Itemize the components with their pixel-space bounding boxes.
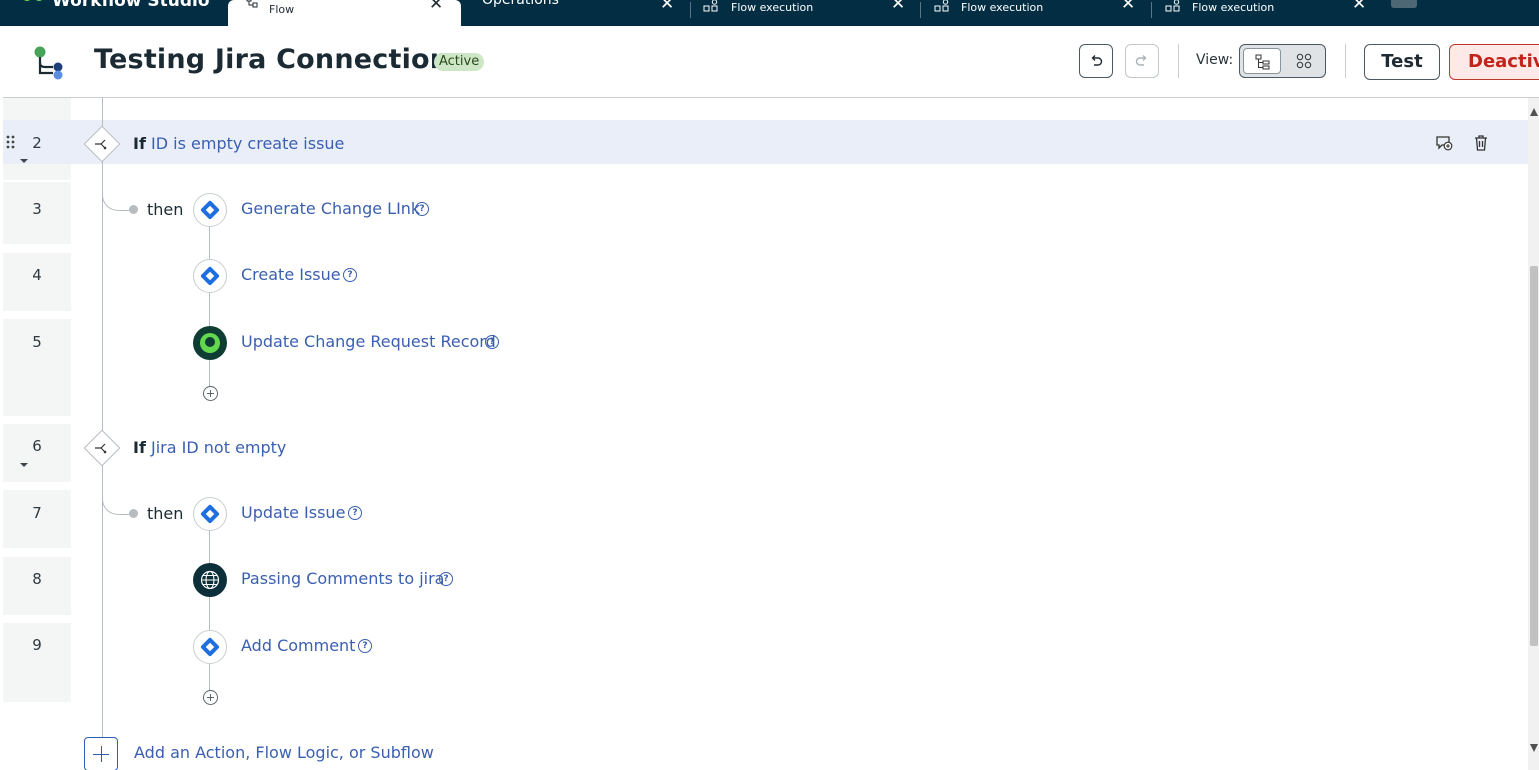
close-icon[interactable]: ✕ [1352, 0, 1366, 13]
help-icon[interactable]: ? [343, 268, 357, 282]
list-view-option[interactable] [1243, 48, 1281, 74]
help-icon[interactable]: ? [348, 506, 362, 520]
view-toggle[interactable] [1239, 44, 1326, 78]
brand-tab[interactable]: Workflow Studio [0, 0, 224, 26]
step-number: 9 [32, 636, 42, 654]
test-button[interactable]: Test [1364, 44, 1440, 80]
if-condition[interactable]: Jira ID not empty [151, 438, 286, 457]
action-label[interactable]: Create Issue [241, 265, 341, 284]
step-number: 4 [32, 266, 42, 284]
scroll-up-icon[interactable] [1530, 108, 1538, 116]
status-badge: Active [434, 53, 485, 71]
branch-connector [102, 470, 133, 515]
undo-icon [1091, 55, 1103, 66]
vertical-scrollbar[interactable] [1528, 98, 1539, 770]
add-comment-icon[interactable] [1435, 134, 1453, 152]
jira-icon [193, 630, 227, 664]
close-icon[interactable]: ✕ [1121, 0, 1135, 13]
branch-icon [95, 443, 107, 454]
step-number: 7 [32, 504, 42, 522]
header-divider [1178, 44, 1179, 78]
tab-subtitle: Flow [269, 3, 295, 16]
tab-bar: Workflow Studio Flow ✕ Operations ✕ Flow… [0, 0, 1539, 26]
if-keyword: If [133, 438, 146, 457]
tab-subtitle: Flow execution [731, 1, 814, 14]
close-icon[interactable]: ✕ [429, 0, 443, 13]
step-number: 5 [32, 333, 42, 351]
then-label: then [147, 200, 184, 219]
flow-execution-icon [703, 0, 718, 12]
redo-button[interactable] [1125, 44, 1159, 78]
add-action-button[interactable] [84, 737, 118, 770]
branch-dot [129, 205, 138, 214]
new-tab-button[interactable] [1391, 0, 1417, 8]
tab-flow-execution-2[interactable]: Flow execution ✕ [921, 0, 1151, 26]
row-gutter [3, 623, 71, 702]
action-label[interactable]: Update Change Request Record [241, 332, 496, 351]
globe-icon [193, 563, 227, 597]
tab-subtitle: Flow execution [961, 1, 1044, 14]
jira-icon [193, 259, 227, 293]
action-label[interactable]: Add Comment [241, 636, 355, 655]
flow-execution-icon [934, 0, 949, 12]
tab-flow-execution-1[interactable]: Flow execution ✕ [691, 0, 920, 26]
brand-name: Workflow Studio [52, 0, 210, 11]
jira-icon [193, 497, 227, 531]
page-title: Testing Jira Connection [94, 44, 450, 75]
undo-button[interactable] [1079, 44, 1113, 78]
branch-connector [102, 166, 133, 211]
step-number: 3 [32, 200, 42, 218]
then-label: then [147, 504, 184, 523]
flow-canvas: 2 3 4 5 6 7 8 9 If ID is empty create is… [3, 98, 1528, 770]
tab-subtitle: Flow execution [1192, 1, 1275, 14]
add-action-link[interactable]: Add an Action, Flow Logic, or Subflow [134, 743, 434, 762]
flow-execution-icon [1165, 0, 1180, 12]
action-label[interactable]: Generate Change LInk [241, 199, 420, 218]
step-number: 6 [32, 437, 42, 455]
diagram-view-icon [1296, 53, 1312, 69]
flow-tab-icon [246, 0, 258, 8]
help-icon[interactable]: ? [415, 202, 429, 216]
redo-icon [1135, 55, 1147, 66]
jira-icon [193, 193, 227, 227]
branch-dot [129, 509, 138, 518]
branch-line [209, 514, 210, 698]
drag-handle-icon[interactable] [6, 135, 16, 149]
servicenow-icon [193, 326, 227, 360]
if-keyword: If [133, 134, 146, 153]
if-condition-row[interactable]: If ID is empty create issue [133, 134, 344, 153]
collapse-caret-icon[interactable] [20, 463, 28, 467]
close-icon[interactable]: ✕ [660, 0, 674, 13]
brand-logo-icon [24, 0, 42, 1]
tab-flow-execution-3[interactable]: Flow execution ✕ [1152, 0, 1382, 26]
view-label: View: [1196, 52, 1234, 68]
tree-view-icon [1255, 54, 1270, 70]
help-icon[interactable]: ? [358, 639, 372, 653]
help-icon[interactable]: ? [439, 572, 453, 586]
tab-flow-active[interactable]: Flow ✕ [228, 0, 461, 26]
step-number: 8 [32, 570, 42, 588]
header-divider [1345, 44, 1346, 78]
tab-title: Operations [482, 0, 559, 8]
branch-line [209, 210, 210, 394]
flow-designer-icon [34, 46, 63, 80]
delete-icon[interactable] [1473, 134, 1489, 152]
diagram-view-option[interactable] [1285, 48, 1323, 74]
action-label[interactable]: Passing Comments to jira [241, 569, 444, 588]
branch-icon [95, 139, 107, 150]
flow-header: Testing Jira Connection Active View: Tes… [3, 26, 1539, 98]
add-step-icon[interactable] [203, 386, 218, 401]
collapse-caret-icon[interactable] [20, 159, 28, 163]
scroll-down-icon[interactable] [1530, 744, 1538, 752]
close-icon[interactable]: ✕ [891, 0, 905, 13]
add-step-icon[interactable] [203, 690, 218, 705]
help-icon[interactable]: ? [485, 335, 499, 349]
deactivate-button[interactable]: Deactivate [1449, 44, 1539, 80]
scroll-thumb[interactable] [1530, 266, 1538, 646]
if-condition[interactable]: ID is empty create issue [151, 134, 344, 153]
tab-operations[interactable]: Operations ✕ [461, 0, 689, 26]
action-label[interactable]: Update Issue [241, 503, 345, 522]
if-condition-row[interactable]: If Jira ID not empty [133, 438, 286, 457]
